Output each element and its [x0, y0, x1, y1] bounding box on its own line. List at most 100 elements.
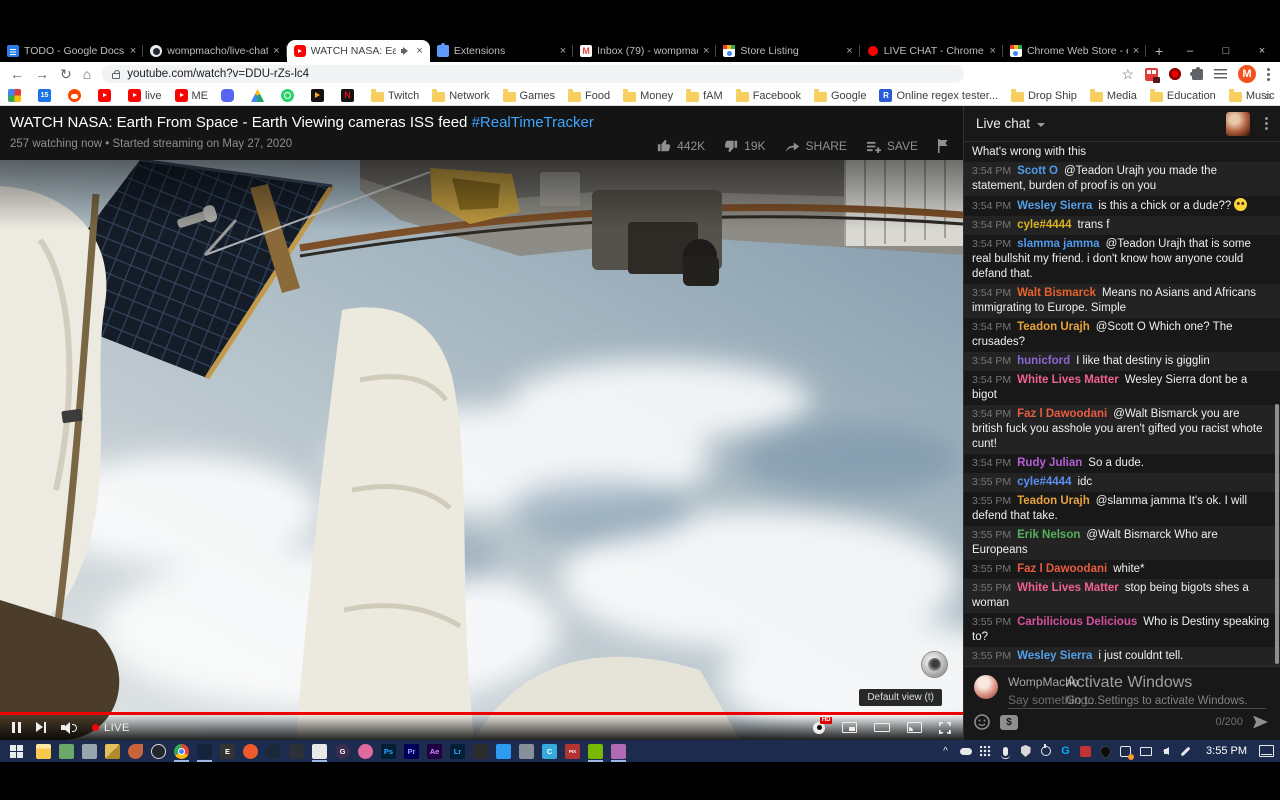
- chrome-icon[interactable]: [170, 740, 193, 762]
- folder-media[interactable]: Media: [1090, 90, 1137, 102]
- live-indicator[interactable]: LIVE: [92, 722, 130, 734]
- message-username[interactable]: cyle#4444: [1017, 219, 1071, 231]
- like-button[interactable]: 442K: [657, 139, 705, 153]
- close-button[interactable]: ×: [1244, 40, 1280, 62]
- maximize-button[interactable]: □: [1208, 40, 1244, 62]
- onedrive-icon[interactable]: [959, 745, 972, 758]
- bookmark-youtube-me[interactable]: ME: [175, 89, 209, 102]
- rank-chevrons-icon[interactable]: [101, 740, 124, 762]
- folder-fam[interactable]: fAM: [686, 90, 723, 102]
- steam-icon[interactable]: [262, 740, 285, 762]
- message-username[interactable]: Erik Nelson: [1017, 529, 1080, 541]
- tab-github-live-chat[interactable]: wompmacho/live-chat: A C ×: [143, 40, 286, 62]
- photoshop-icon[interactable]: Ps: [377, 740, 400, 762]
- bookmark-regex-tester[interactable]: Online regex tester...: [879, 89, 998, 102]
- message-username[interactable]: Rudy Julian: [1017, 457, 1082, 469]
- lightroom-icon[interactable]: Lr: [446, 740, 469, 762]
- obs-icon[interactable]: [147, 740, 170, 762]
- flame-app-icon[interactable]: [239, 740, 262, 762]
- tray-expand-icon[interactable]: ^: [939, 745, 952, 758]
- bookmark-star-icon[interactable]: ☆: [1121, 66, 1134, 83]
- cinema4d-icon[interactable]: C: [538, 740, 561, 762]
- nvidia-icon[interactable]: [584, 740, 607, 762]
- security-shield-icon[interactable]: [1019, 745, 1032, 758]
- channel-watermark[interactable]: [922, 652, 947, 677]
- grid-tray-icon[interactable]: [979, 745, 992, 758]
- reload-icon[interactable]: ↻: [60, 67, 72, 81]
- bookmark-youtube-live[interactable]: live: [128, 89, 162, 102]
- vscode-icon[interactable]: [492, 740, 515, 762]
- message-username[interactable]: Wesley Sierra: [1017, 200, 1092, 212]
- message-username[interactable]: White Lives Matter: [1017, 582, 1119, 594]
- message-username[interactable]: Teadon Urajh: [1017, 495, 1090, 507]
- red-tray-icon[interactable]: [1079, 745, 1092, 758]
- premiere-icon[interactable]: Pr: [400, 740, 423, 762]
- bookmark-calendar[interactable]: [38, 89, 55, 102]
- power-tray-icon[interactable]: [1039, 745, 1052, 758]
- browser-menu-icon[interactable]: [1267, 68, 1270, 81]
- bookmark-dark-site[interactable]: [311, 89, 328, 102]
- profile-avatar[interactable]: M: [1238, 65, 1256, 83]
- tab-close-icon[interactable]: ×: [1133, 46, 1139, 57]
- send-icon[interactable]: [1253, 716, 1268, 729]
- avatar[interactable]: [974, 675, 998, 699]
- chevron-down-icon[interactable]: [1037, 123, 1045, 127]
- save-button[interactable]: SAVE: [866, 139, 918, 153]
- volume-tray-icon[interactable]: [1159, 745, 1172, 758]
- bookmark-tof[interactable]: [8, 89, 25, 102]
- message-username[interactable]: Scott O: [1017, 165, 1058, 177]
- address-bar[interactable]: youtube.com/watch?v=DDU-rZs-lc4: [102, 65, 964, 83]
- playlist-extension-icon[interactable]: [1214, 69, 1227, 79]
- tab-close-icon[interactable]: ×: [703, 46, 709, 57]
- folder-google[interactable]: Google: [814, 90, 866, 102]
- tab-store-listing[interactable]: Store Listing ×: [716, 40, 859, 62]
- dark-app-icon[interactable]: [285, 740, 308, 762]
- taskbar-clock[interactable]: 3:55 PM: [1206, 745, 1247, 757]
- recording-extension-icon[interactable]: [1169, 68, 1181, 80]
- fullscreen-icon[interactable]: [939, 722, 951, 734]
- home-icon[interactable]: ⌂: [83, 67, 91, 81]
- bookmark-drive[interactable]: [251, 89, 268, 102]
- emote-app-icon[interactable]: [607, 740, 630, 762]
- file-explorer-icon[interactable]: [32, 740, 55, 762]
- message-username[interactable]: Walt Bismarck: [1017, 287, 1096, 299]
- folder-network[interactable]: Network: [432, 90, 489, 102]
- heart-app-icon[interactable]: [354, 740, 377, 762]
- tab-extensions[interactable]: Extensions ×: [430, 40, 573, 62]
- dislike-button[interactable]: 19K: [724, 139, 765, 153]
- bookmark-youtube[interactable]: [98, 89, 115, 102]
- report-flag-button[interactable]: [937, 139, 949, 153]
- tab-live-chat-recording[interactable]: LIVE CHAT - Chrome W ×: [860, 40, 1003, 62]
- message-username[interactable]: hunicford: [1017, 355, 1070, 367]
- folder-facebook[interactable]: Facebook: [736, 90, 801, 102]
- tab-youtube-nasa[interactable]: WATCH NASA: Earth Fr ×: [287, 40, 430, 62]
- bookmark-whatsapp[interactable]: [281, 89, 298, 102]
- miniplayer-icon[interactable]: [842, 722, 857, 733]
- network-tray-icon[interactable]: [1139, 745, 1152, 758]
- hashtag-link[interactable]: #RealTimeTracker: [472, 114, 594, 131]
- tab-google-docs[interactable]: TODO - Google Docs ×: [0, 40, 143, 62]
- pause-button[interactable]: [12, 722, 21, 733]
- message-username[interactable]: Wesley Sierra: [1017, 650, 1092, 662]
- bookmark-reddit[interactable]: [68, 89, 85, 102]
- new-tab-button[interactable]: +: [1146, 40, 1172, 62]
- superchat-button[interactable]: $: [1000, 715, 1018, 730]
- message-username[interactable]: cyle#4444: [1017, 476, 1071, 488]
- message-username[interactable]: Faz l Dawoodani: [1017, 563, 1107, 575]
- bookmark-netflix[interactable]: [341, 89, 358, 102]
- chat-input-placeholder[interactable]: Say something...: [1008, 693, 1097, 707]
- tidal-icon[interactable]: [193, 740, 216, 762]
- tab-audio-icon[interactable]: [401, 46, 411, 56]
- gog-icon[interactable]: G: [331, 740, 354, 762]
- message-username[interactable]: slamma jamma: [1017, 238, 1099, 250]
- calculator-icon[interactable]: [515, 740, 538, 762]
- minimize-button[interactable]: –: [1172, 40, 1208, 62]
- tab-chrome-web-store[interactable]: Chrome Web Store - emote ×: [1003, 40, 1146, 62]
- volume-icon[interactable]: [61, 722, 77, 734]
- url-text[interactable]: youtube.com/watch?v=DDU-rZs-lc4: [127, 68, 309, 80]
- phoenix-app-icon[interactable]: [124, 740, 147, 762]
- folder-money[interactable]: Money: [623, 90, 673, 102]
- tab-gmail-inbox[interactable]: Inbox (79) - wompmacho@ ×: [573, 40, 716, 62]
- settings-gear-icon[interactable]: HD: [813, 722, 825, 734]
- tool-tray-icon[interactable]: [1179, 745, 1192, 758]
